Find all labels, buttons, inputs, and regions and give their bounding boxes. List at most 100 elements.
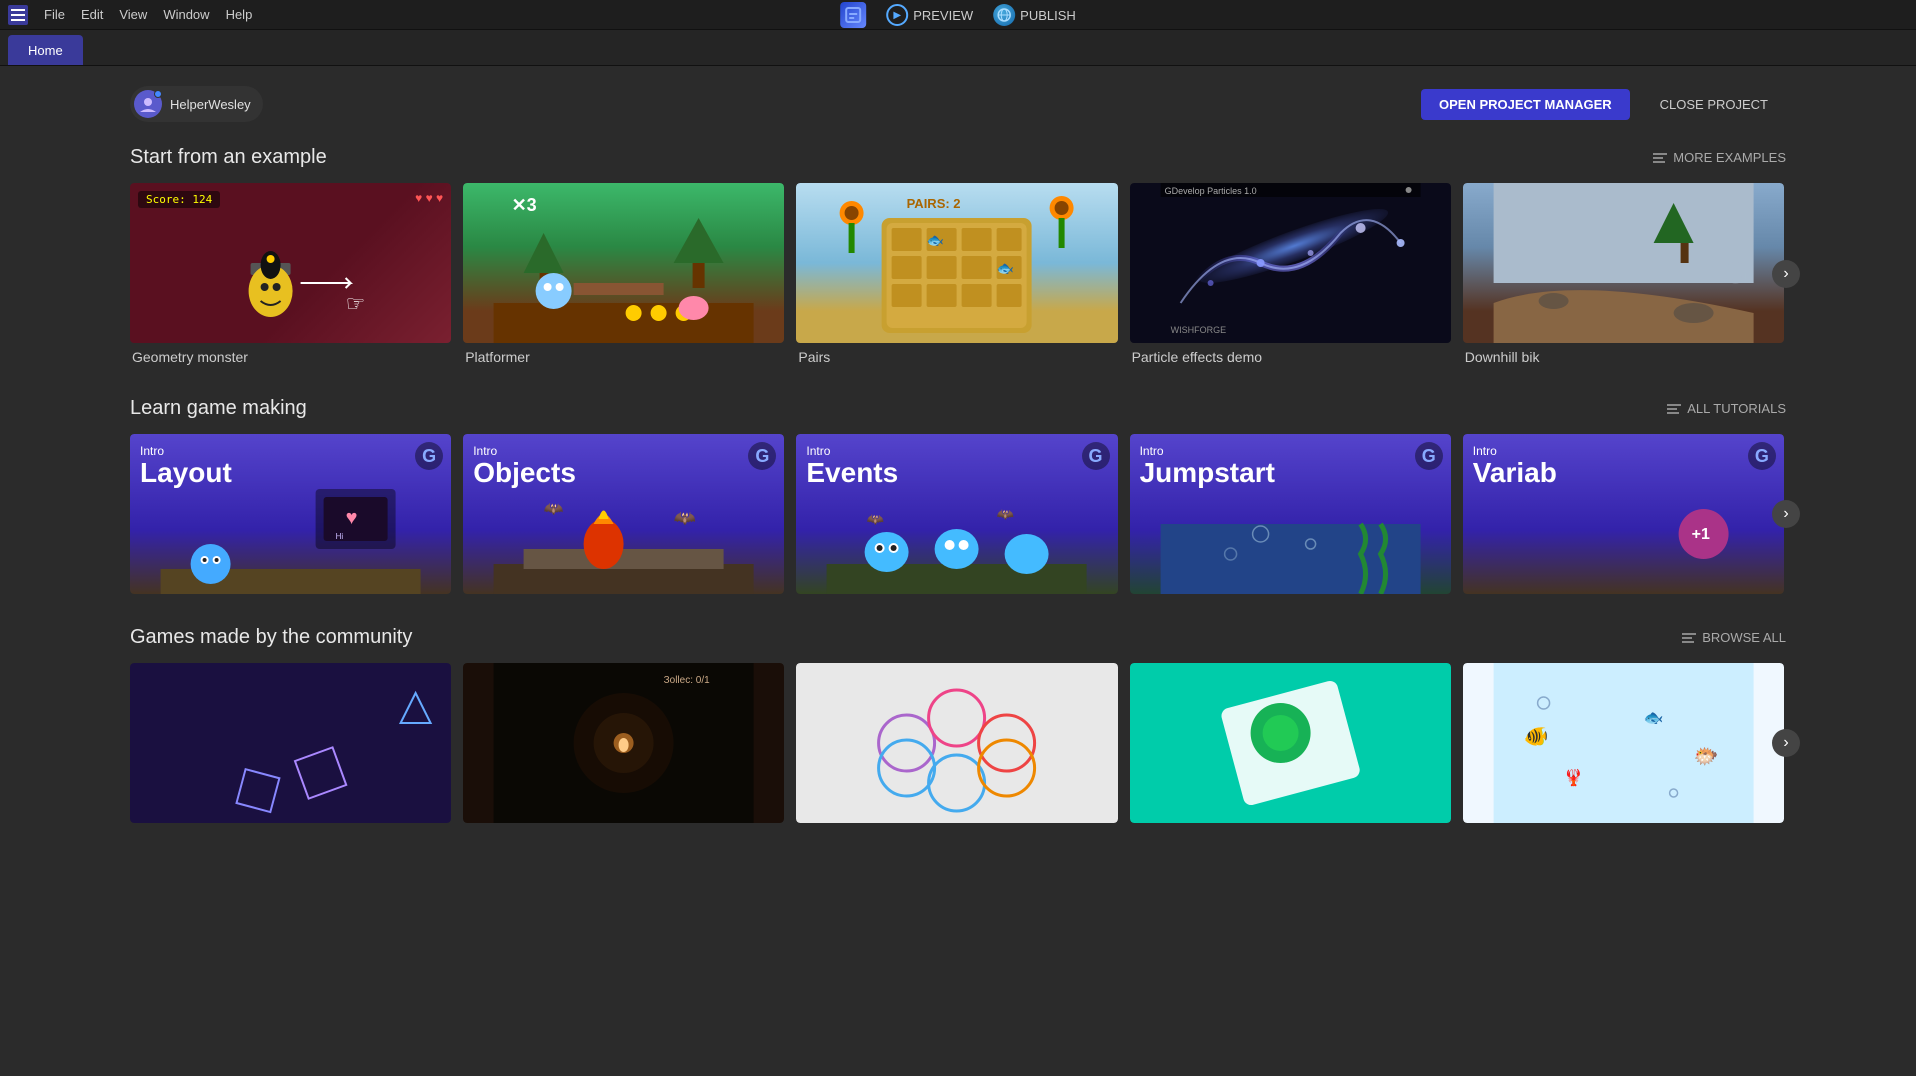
community-thumb-4 xyxy=(1130,663,1451,823)
close-project-button[interactable]: CLOSE PROJECT xyxy=(1642,89,1786,120)
tutorials-list-icon xyxy=(1667,404,1681,414)
examples-section: Start from an example MORE EXAMPLES Scor… xyxy=(130,146,1786,365)
preview-button[interactable]: ▶ PREVIEW xyxy=(886,4,973,26)
top-bar: File Edit View Window Help ▶ PREVIEW xyxy=(0,0,1916,30)
svg-text:☞: ☞ xyxy=(346,291,366,316)
community-thumb-2: Зollec: 0/1 xyxy=(463,663,784,823)
tutorial-card-layout[interactable]: Intro Layout G ♥ xyxy=(130,434,451,594)
list-icon xyxy=(1653,153,1667,163)
header-buttons: OPEN PROJECT MANAGER CLOSE PROJECT xyxy=(1421,89,1786,120)
svg-text:+1: +1 xyxy=(1691,526,1709,543)
menu-items: File Edit View Window Help xyxy=(44,7,252,22)
svg-text:🐟: 🐟 xyxy=(997,260,1014,276)
menu-edit[interactable]: Edit xyxy=(81,7,103,22)
tutorials-next-arrow[interactable]: › xyxy=(1772,500,1800,528)
community-next-arrow[interactable]: › xyxy=(1772,729,1800,757)
more-examples-link[interactable]: MORE EXAMPLES xyxy=(1653,150,1786,165)
main-content: HelperWesley OPEN PROJECT MANAGER CLOSE … xyxy=(0,66,1916,875)
svg-text:🐠: 🐠 xyxy=(1523,726,1548,748)
examples-cards-row: Score: 124 ♥ ♥ ♥ xyxy=(130,183,1786,365)
menu-help[interactable]: Help xyxy=(226,7,253,22)
svg-text:PAIRS: 2: PAIRS: 2 xyxy=(907,196,961,211)
community-card-5[interactable]: 🐠 🦞 🐟 🐡 xyxy=(1463,663,1784,823)
example-label-particle-effects: Particle effects demo xyxy=(1130,349,1451,365)
community-title: Games made by the community xyxy=(130,626,412,649)
tutorials-cards-row: Intro Layout G ♥ xyxy=(130,434,1786,594)
tutorial-thumb-variables: Intro Variab G +1 xyxy=(1463,434,1784,594)
svg-text:🦇: 🦇 xyxy=(867,511,885,527)
tutorial-thumb-events: Intro Events G xyxy=(796,434,1117,594)
community-section-header: Games made by the community BROWSE ALL xyxy=(130,626,1786,649)
community-card-1[interactable] xyxy=(130,663,451,823)
user-info[interactable]: HelperWesley xyxy=(130,86,263,122)
tutorial-card-jumpstart[interactable]: Intro Jumpstart G xyxy=(1130,434,1451,594)
svg-text:♥: ♥ xyxy=(346,507,358,529)
examples-cards-container: Score: 124 ♥ ♥ ♥ xyxy=(130,183,1786,365)
svg-text:🦞: 🦞 xyxy=(1563,768,1583,787)
examples-section-header: Start from an example MORE EXAMPLES xyxy=(130,146,1786,169)
examples-title: Start from an example xyxy=(130,146,327,169)
community-cards-row: Зollec: 0/1 xyxy=(130,663,1786,823)
tab-home[interactable]: Home xyxy=(8,35,83,65)
example-card-downhill-bike[interactable]: G Downhill bik xyxy=(1463,183,1784,365)
example-label-platformer: Platformer xyxy=(463,349,784,365)
gdevelop-logo-icon xyxy=(840,2,866,28)
svg-text:🐟: 🐟 xyxy=(927,232,944,248)
tutorials-section-header: Learn game making ALL TUTORIALS xyxy=(130,397,1786,420)
community-card-3[interactable] xyxy=(796,663,1117,823)
community-card-4[interactable] xyxy=(1130,663,1451,823)
example-thumb-particle: WISHFORGE GDevelop Particles 1.0 xyxy=(1130,183,1451,343)
menu-file[interactable]: File xyxy=(44,7,65,22)
community-thumb-3 xyxy=(796,663,1117,823)
svg-text:WISHFORGE: WISHFORGE xyxy=(1170,325,1226,335)
publish-button[interactable]: PUBLISH xyxy=(993,4,1076,26)
tutorial-card-events[interactable]: Intro Events G xyxy=(796,434,1117,594)
example-card-pairs[interactable]: 🐟 🐟 PAIRS: 2 Pairs xyxy=(796,183,1117,365)
example-thumb-geometry: Score: 124 ♥ ♥ ♥ xyxy=(130,183,451,343)
example-thumb-platformer: ✕3 xyxy=(463,183,784,343)
svg-text:Hi: Hi xyxy=(336,532,344,541)
svg-text:✕3: ✕3 xyxy=(512,195,537,215)
svg-text:🐟: 🐟 xyxy=(1643,710,1663,727)
community-cards-container: Зollec: 0/1 xyxy=(130,663,1786,823)
publish-globe-icon xyxy=(993,4,1015,26)
example-label-downhill-bike: Downhill bik xyxy=(1463,349,1784,365)
community-thumb-1 xyxy=(130,663,451,823)
username-label: HelperWesley xyxy=(170,97,251,112)
tutorial-thumb-layout: Intro Layout G ♥ xyxy=(130,434,451,594)
community-thumb-5: 🐠 🦞 🐟 🐡 xyxy=(1463,663,1784,823)
all-tutorials-link[interactable]: ALL TUTORIALS xyxy=(1667,401,1786,416)
community-card-2[interactable]: Зollec: 0/1 xyxy=(463,663,784,823)
avatar xyxy=(134,90,162,118)
tutorials-cards-container: Intro Layout G ♥ xyxy=(130,434,1786,594)
user-header: HelperWesley OPEN PROJECT MANAGER CLOSE … xyxy=(130,86,1786,122)
tutorial-card-objects[interactable]: Intro Objects G xyxy=(463,434,784,594)
svg-text:Зollec: 0/1: Зollec: 0/1 xyxy=(664,675,711,686)
example-card-geometry-monster[interactable]: Score: 124 ♥ ♥ ♥ xyxy=(130,183,451,365)
svg-text:🦇: 🦇 xyxy=(674,508,696,528)
preview-play-icon: ▶ xyxy=(886,4,908,26)
example-card-platformer[interactable]: ✕3 Platformer xyxy=(463,183,784,365)
avatar-online-dot xyxy=(154,90,162,98)
example-card-particle-effects[interactable]: WISHFORGE GDevelop Particles 1.0 Particl… xyxy=(1130,183,1451,365)
menu-view[interactable]: View xyxy=(119,7,147,22)
tutorial-card-variables[interactable]: Intro Variab G +1 xyxy=(1463,434,1784,594)
example-thumb-downhill: G xyxy=(1463,183,1784,343)
examples-next-arrow[interactable]: › xyxy=(1772,260,1800,288)
nav-tabs: Home xyxy=(0,30,1916,66)
browse-all-link[interactable]: BROWSE ALL xyxy=(1682,630,1786,645)
svg-text:🦇: 🦇 xyxy=(544,501,564,518)
svg-text:🐡: 🐡 xyxy=(1693,746,1718,768)
tutorials-section: Learn game making ALL TUTORIALS Intro La… xyxy=(130,397,1786,594)
svg-text:G: G xyxy=(1723,257,1746,290)
app-menu-icon[interactable] xyxy=(8,5,28,25)
example-label-geometry-monster: Geometry monster xyxy=(130,349,451,365)
example-thumb-pairs: 🐟 🐟 PAIRS: 2 xyxy=(796,183,1117,343)
community-section: Games made by the community BROWSE ALL xyxy=(130,626,1786,823)
tutorial-thumb-jumpstart: Intro Jumpstart G xyxy=(1130,434,1451,594)
title-center: ▶ PREVIEW PUBLISH xyxy=(840,0,1076,30)
menu-window[interactable]: Window xyxy=(163,7,209,22)
community-list-icon xyxy=(1682,633,1696,643)
svg-text:GDevelop Particles 1.0: GDevelop Particles 1.0 xyxy=(1164,186,1256,196)
open-project-manager-button[interactable]: OPEN PROJECT MANAGER xyxy=(1421,89,1630,120)
